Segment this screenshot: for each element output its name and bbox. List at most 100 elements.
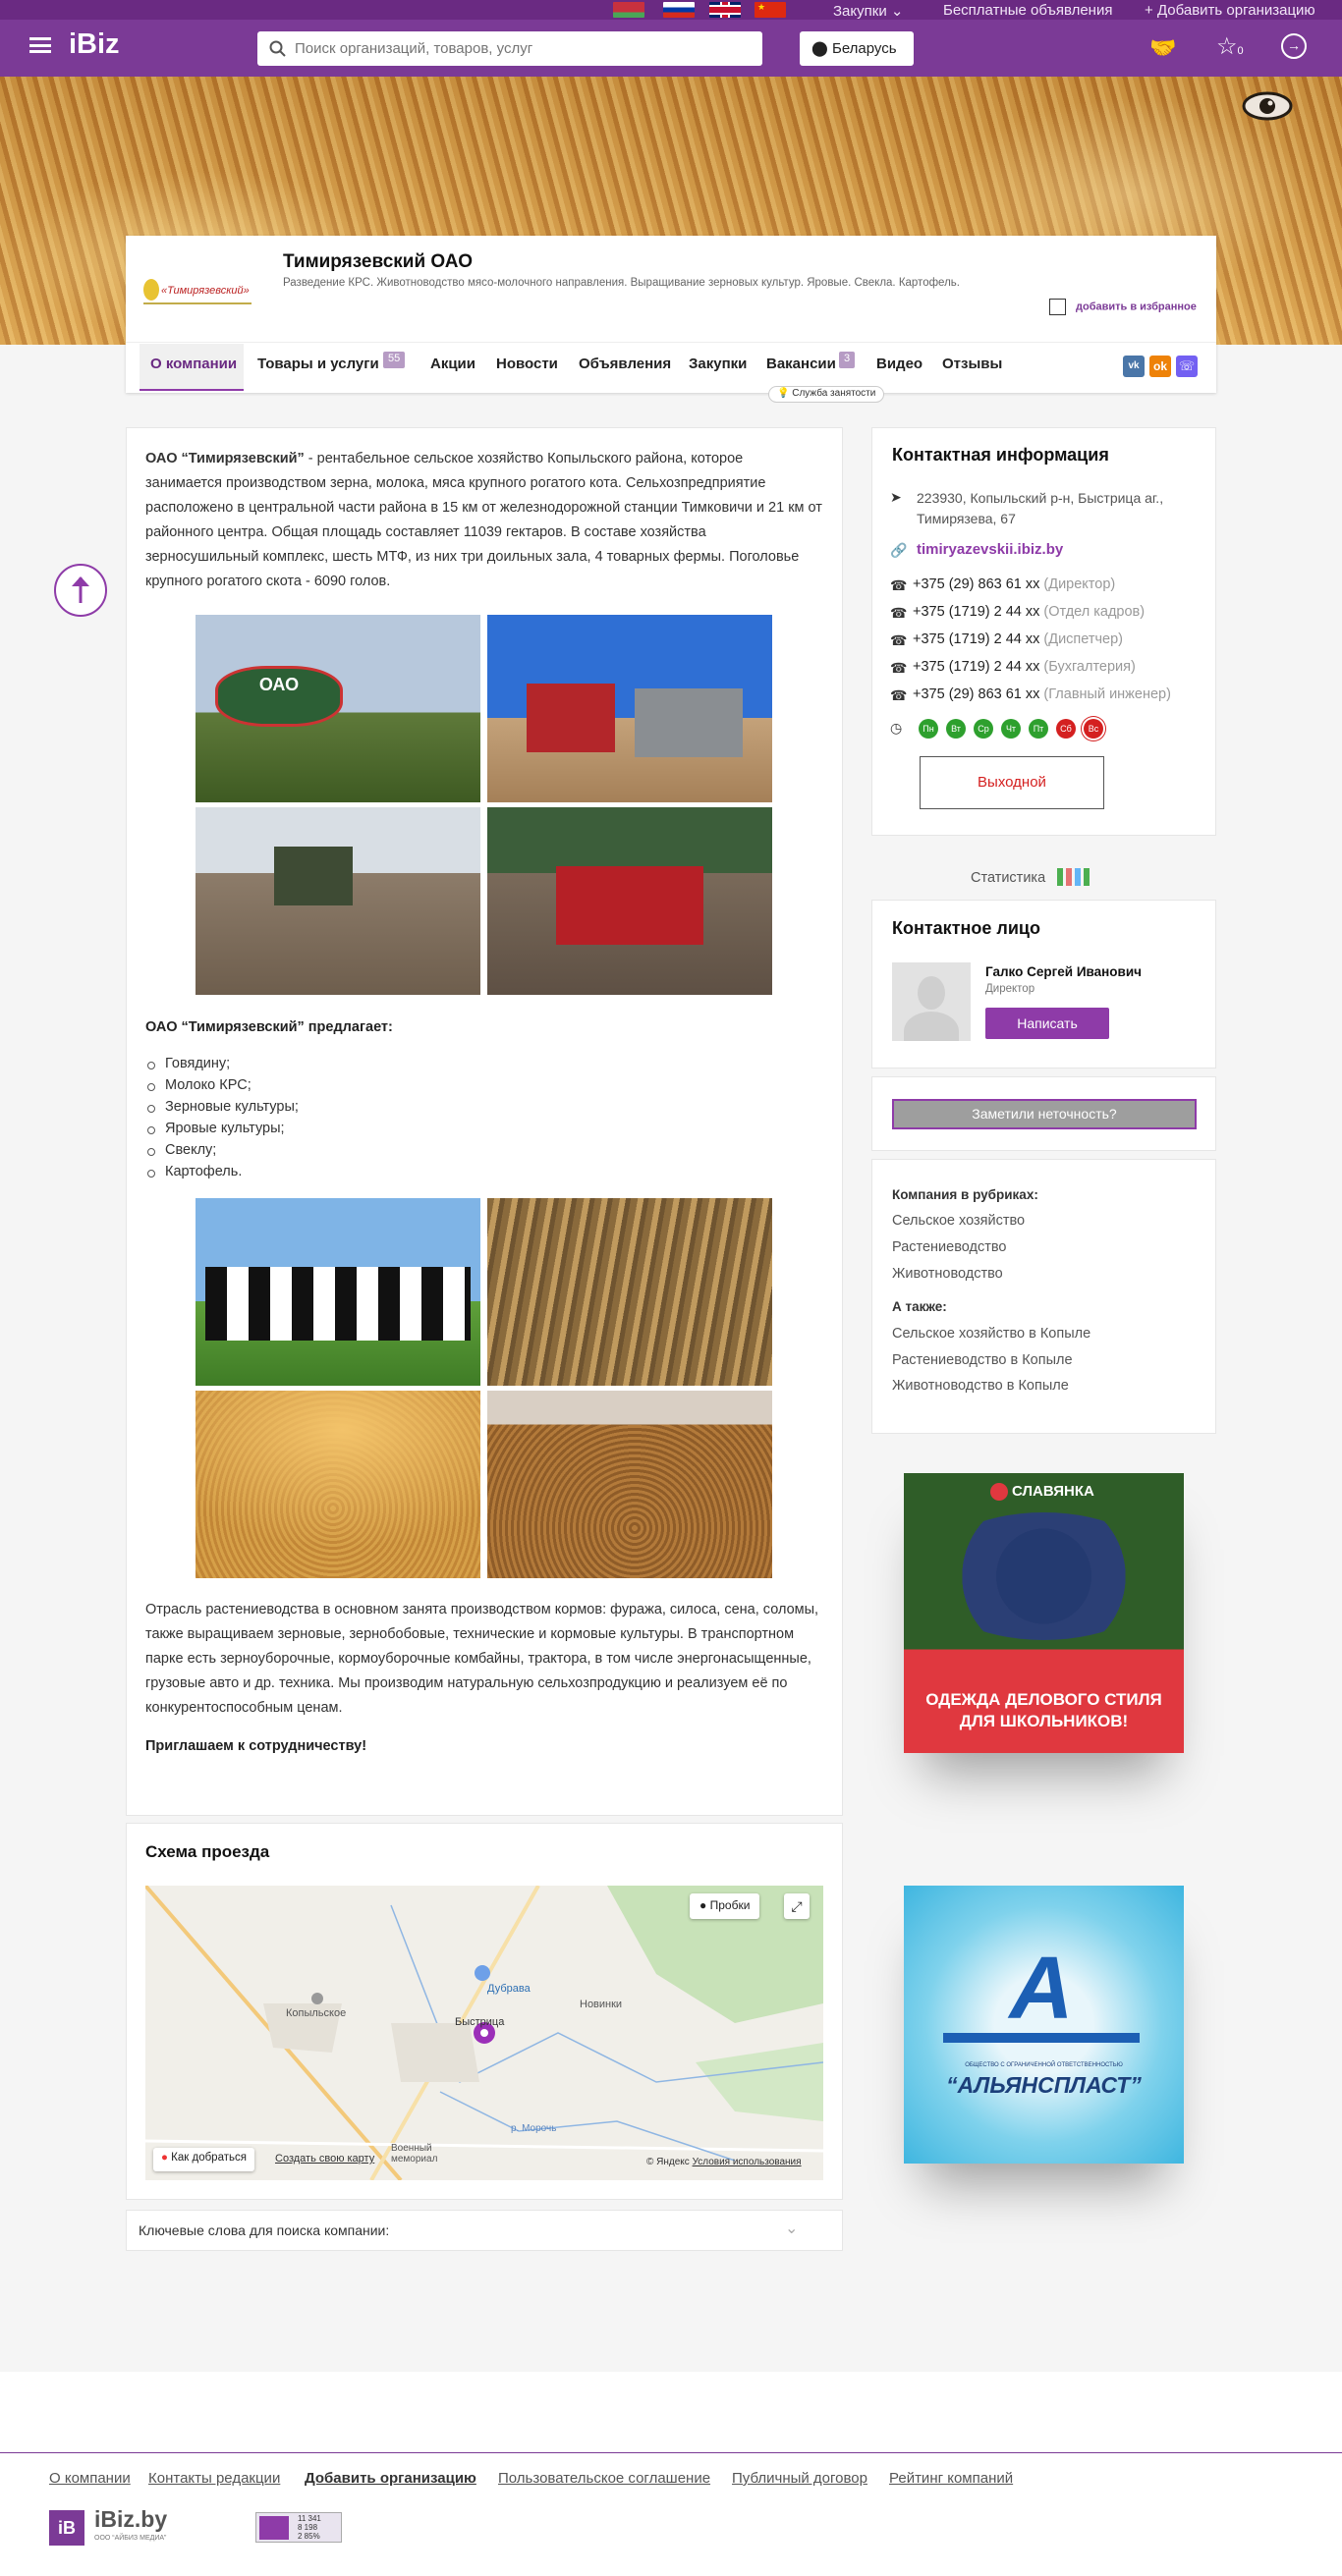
add-org-label: Добавить организацию <box>1156 2 1315 19</box>
employment-service-badge[interactable]: 💡 Служба занятости <box>768 386 885 403</box>
tab-promotions[interactable]: Акции <box>430 356 475 372</box>
map-area[interactable]: Дубрава Копыльское Быстрица Новинки Воен… <box>145 1886 823 2180</box>
map-place-label: Новинки <box>580 1999 623 2010</box>
visit-counter[interactable]: 11 341 8 198 2 85% <box>255 2512 342 2543</box>
day-off-box: Выходной <box>920 756 1104 809</box>
favorite-toggle[interactable]: добавить в избранное <box>1049 299 1197 315</box>
copyright-label: © Яндекс <box>646 2157 690 2167</box>
flag-ru-icon[interactable] <box>663 2 695 18</box>
write-button[interactable]: Написать <box>985 1008 1109 1039</box>
footer-link-add-org[interactable]: Добавить организацию <box>305 2470 476 2487</box>
site-link[interactable]: timiryazevskii.ibiz.by <box>917 541 1063 558</box>
search-icon <box>269 40 286 57</box>
footer-link-contacts[interactable]: Контакты редакции <box>148 2470 280 2487</box>
flag-by-icon[interactable] <box>613 2 644 18</box>
photo-grain-truck[interactable] <box>487 1391 772 1578</box>
scroll-up-button[interactable] <box>54 564 107 617</box>
menu-icon[interactable] <box>29 37 51 53</box>
footer-logo-badge: iB <box>49 2510 84 2546</box>
rubric-link[interactable]: Растениеводство <box>892 1239 1006 1255</box>
avatar <box>892 962 971 1041</box>
ad-banner-slavyanka[interactable]: СЛАВЯНКА ОДЕЖДА ДЕЛОВОГО СТИЛЯ ДЛЯ ШКОЛЬ… <box>904 1473 1184 1753</box>
search-box[interactable] <box>257 31 762 66</box>
purchases-menu[interactable]: Закупки ⌄ <box>833 2 903 20</box>
pin-icon: ⬤ <box>811 40 828 57</box>
day-wed: Ср <box>974 719 993 739</box>
keywords-card[interactable]: Ключевые слова для поиска компании: ⌄ <box>126 2210 843 2251</box>
ok-icon[interactable]: ok <box>1149 356 1171 377</box>
traffic-icon: ● <box>699 1898 707 1912</box>
tab-video[interactable]: Видео <box>876 356 923 372</box>
phone-row[interactable]: +375 (29) 863 61 xx (Главный инженер) <box>913 686 1171 702</box>
also-link[interactable]: Животноводство в Копыле <box>892 1378 1069 1394</box>
favorites-count: 0 <box>1237 45 1244 57</box>
ad-company-name: “АЛЬЯНСПЛАСТ” <box>946 2072 1142 2098</box>
about-intro: ОАО “Тимирязевский” - рентабельное сельс… <box>145 447 823 594</box>
search-input[interactable] <box>295 37 747 59</box>
bar-chart-icon <box>1057 860 1097 886</box>
tab-products[interactable]: Товары и услуги <box>257 356 379 372</box>
region-button[interactable]: ⬤ Беларусь <box>800 31 914 66</box>
footer-link-rating[interactable]: Рейтинг компаний <box>889 2470 1013 2487</box>
photo-sign[interactable]: ОАО <box>196 615 480 802</box>
footer-link-public-contract[interactable]: Публичный договор <box>732 2470 867 2487</box>
login-icon[interactable]: → <box>1281 33 1307 59</box>
map-place-label: р. Морочь <box>511 2123 557 2134</box>
create-map-link[interactable]: Создать свою карту <box>275 2153 374 2165</box>
tabs-divider <box>126 342 1216 343</box>
tab-purchases[interactable]: Закупки <box>689 356 747 372</box>
photo-grain-pile[interactable] <box>196 1391 480 1578</box>
phone-role: (Бухгалтерия) <box>1043 659 1136 675</box>
region-label: Беларусь <box>831 40 897 57</box>
also-link[interactable]: Сельское хозяйство в Копыле <box>892 1326 1090 1342</box>
expand-icon[interactable]: ⤢ <box>784 1893 810 1919</box>
logo-text: «Тимирязевский» <box>161 285 250 297</box>
traffic-button[interactable]: ● Пробки <box>690 1893 760 1919</box>
phone-row[interactable]: +375 (1719) 2 44 xx (Бухгалтерия) <box>913 659 1136 675</box>
route-button[interactable]: ● Как добраться <box>153 2148 254 2171</box>
intro-bold: ОАО “Тимирязевский” <box>145 451 305 466</box>
phone-row[interactable]: +375 (1719) 2 44 xx (Диспетчер) <box>913 631 1123 647</box>
viber-icon[interactable]: ☏ <box>1176 356 1198 377</box>
footer-link-agreement[interactable]: Пользовательское соглашение <box>498 2470 710 2487</box>
rubric-link[interactable]: Животноводство <box>892 1266 1003 1282</box>
favorite-checkbox[interactable] <box>1049 299 1066 315</box>
phone-row[interactable]: +375 (1719) 2 44 xx (Отдел кадров) <box>913 604 1145 620</box>
tractor-body <box>274 847 353 905</box>
company-name: Тимирязевский ОАО <box>283 251 473 272</box>
report-button[interactable]: Заметили неточность? <box>892 1099 1197 1129</box>
stats-link[interactable]: Статистика <box>971 860 1097 886</box>
brand-circle-icon <box>990 1483 1008 1502</box>
eye-icon[interactable] <box>1242 90 1293 122</box>
photo-tractor-field[interactable] <box>196 807 480 995</box>
tab-reviews[interactable]: Отзывы <box>942 356 1002 372</box>
ad-brand: СЛАВЯНКА <box>1012 1483 1094 1500</box>
logo[interactable]: iBiz <box>69 28 120 61</box>
photo-red-tractor[interactable] <box>487 807 772 995</box>
also-link[interactable]: Растениеводство в Копыле <box>892 1352 1073 1368</box>
tab-vacancies[interactable]: Вакансии <box>766 356 836 372</box>
flag-cn-icon[interactable]: ★ <box>755 2 786 18</box>
free-ads-link[interactable]: Бесплатные объявления <box>943 2 1112 19</box>
photo-cows[interactable] <box>196 1198 480 1386</box>
vk-icon[interactable]: vk <box>1123 356 1145 377</box>
add-org-link[interactable]: + Добавить организацию <box>1145 2 1315 19</box>
tab-vacancies-badge: 3 <box>839 352 856 368</box>
ad-brand-label: СЛАВЯНКА <box>990 1483 1094 1502</box>
footer-link-about[interactable]: О компании <box>49 2470 131 2487</box>
map-place-label: Быстрица <box>455 2016 505 2028</box>
photo-harvester[interactable] <box>487 615 772 802</box>
terms-link[interactable]: Условия использования <box>693 2157 802 2167</box>
ad-banner-alliansplast[interactable]: A ОБЩЕСТВО С ОГРАНИЧЕННОЙ ОТВЕТСТВЕННОСТ… <box>904 1886 1184 2164</box>
photo-corn-field[interactable] <box>487 1198 772 1386</box>
handshake-icon[interactable]: 🤝 <box>1149 35 1176 61</box>
phone-role: (Главный инженер) <box>1043 686 1171 702</box>
favorites-icon[interactable]: ☆0 <box>1216 32 1244 61</box>
tab-news[interactable]: Новости <box>496 356 558 372</box>
tab-ads[interactable]: Объявления <box>579 356 671 372</box>
flag-gb-icon[interactable] <box>709 2 741 18</box>
rubric-link[interactable]: Сельское хозяйство <box>892 1213 1025 1229</box>
offer-item: Говядину; <box>146 1056 231 1071</box>
person-name: Галко Сергей Иванович <box>985 964 1142 979</box>
phone-row[interactable]: +375 (29) 863 61 xx (Директор) <box>913 576 1115 592</box>
